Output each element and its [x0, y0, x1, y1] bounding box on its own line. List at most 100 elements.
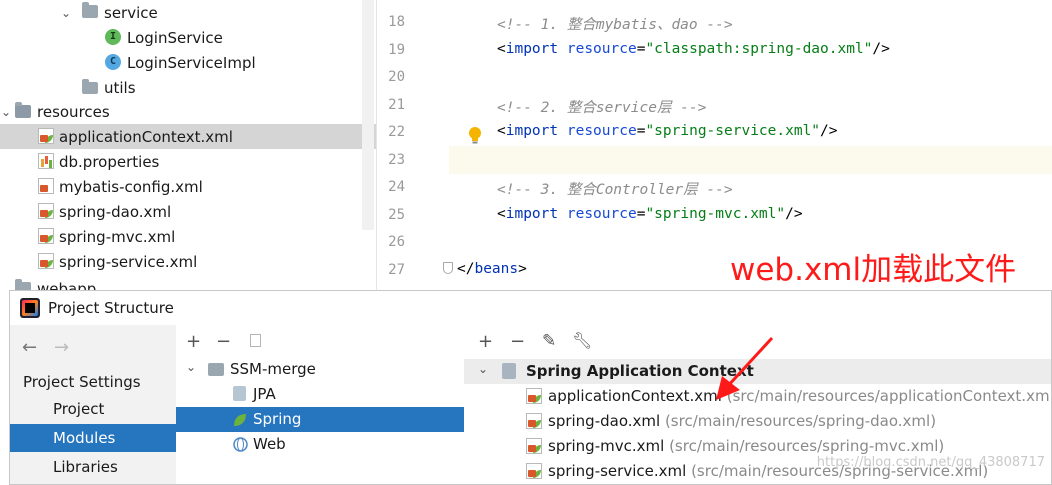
dialog-titlebar[interactable]: Project Structure — [10, 291, 1051, 326]
module-ssm-merge[interactable]: ⌄ SSM-merge — [176, 357, 464, 382]
line-number: 21 — [388, 97, 405, 113]
line-number: 18 — [388, 14, 405, 30]
settings-nav: ← → Project Settings Project Modules Lib… — [10, 325, 177, 484]
edit-icon[interactable]: ✎ — [542, 331, 556, 351]
properties-icon — [38, 153, 54, 169]
line-number: 26 — [388, 234, 405, 250]
tree-item-db-properties[interactable]: db.properties — [0, 149, 376, 174]
tree-item-service[interactable]: ⌄ service — [0, 0, 376, 25]
tree-item-label: spring-service.xml — [59, 252, 198, 271]
folder-icon — [82, 2, 98, 18]
resources-folder-icon — [15, 102, 31, 118]
spring-xml-icon — [526, 413, 542, 429]
file-path: (src/main/resources/spring-dao.xml) — [664, 412, 937, 430]
file-name: spring-mvc.xml — [548, 437, 665, 455]
code-comment: <!-- 2. 整合service层 --> — [497, 100, 707, 116]
chevron-down-icon[interactable]: ⌄ — [186, 360, 196, 374]
web-icon — [233, 437, 248, 452]
nav-item-libraries[interactable]: Libraries — [10, 453, 176, 481]
tree-item-applicationcontext-xml[interactable]: applicationContext.xml — [0, 124, 376, 149]
project-tree: ⌄ service I LoginService C LoginServiceI… — [0, 0, 376, 290]
code-comment: <!-- 1. 整合mybatis、dao --> — [497, 17, 733, 33]
interface-icon: I — [105, 29, 121, 45]
wrench-icon[interactable]: 🔧︎ — [572, 331, 592, 350]
tree-item-label: db.properties — [59, 152, 160, 171]
code-editor[interactable]: 18 <!-- 1. 整合mybatis、dao --> 19 <import … — [376, 0, 1052, 290]
nav-item-project[interactable]: Project — [10, 395, 176, 423]
tree-item-loginserviceimpl[interactable]: C LoginServiceImpl — [0, 50, 376, 75]
remove-icon[interactable]: − — [216, 331, 231, 352]
tree-item-spring-dao-xml[interactable]: spring-dao.xml — [0, 199, 376, 224]
remove-icon[interactable]: − — [510, 331, 525, 352]
tree-item-label: resources — [37, 102, 110, 121]
code-import-line: <import resource="classpath:spring-dao.x… — [497, 41, 890, 57]
line-number: 25 — [388, 207, 405, 223]
spring-xml-icon — [38, 203, 54, 219]
dialog-title: Project Structure — [48, 299, 174, 317]
module-folder-icon — [208, 363, 224, 376]
tree-scrollbar[interactable] — [362, 0, 374, 230]
jpa-icon — [233, 386, 246, 401]
tree-item-resources[interactable]: ⌄ resources — [0, 99, 376, 124]
annotation-arrow-icon — [716, 336, 774, 400]
context-file-icon — [502, 363, 516, 379]
intention-bulb-icon[interactable] — [467, 126, 483, 146]
arrow-left-icon[interactable]: ← — [22, 337, 37, 358]
copy-icon[interactable] — [250, 334, 261, 347]
file-path: (src/main/resources/spring-mvc.xml) — [669, 437, 945, 455]
module-label: SSM-merge — [230, 360, 316, 378]
tree-item-label: mybatis-config.xml — [59, 177, 203, 196]
line-number: 19 — [388, 42, 405, 58]
tree-item-label: LoginService — [127, 28, 223, 47]
code-import-line: <import resource="spring-mvc.xml"/> — [497, 206, 803, 222]
tree-item-label: utils — [104, 78, 136, 97]
file-name: spring-dao.xml — [548, 412, 661, 430]
project-settings-heading: Project Settings — [23, 373, 141, 391]
chevron-down-icon[interactable]: ⌄ — [0, 105, 12, 119]
arrow-right-icon[interactable]: → — [54, 337, 69, 358]
tree-item-label: applicationContext.xml — [59, 127, 233, 146]
context-file-spring-dao[interactable]: spring-dao.xml (src/main/resources/sprin… — [464, 409, 1051, 434]
tree-item-mybatis-config-xml[interactable]: mybatis-config.xml — [0, 174, 376, 199]
xml-icon — [38, 178, 54, 194]
add-icon[interactable]: + — [186, 331, 201, 352]
facet-label: JPA — [253, 385, 276, 403]
nav-item-label: Modules — [53, 429, 116, 447]
tree-item-label: webapp — [37, 279, 97, 291]
tree-item-spring-service-xml[interactable]: spring-service.xml — [0, 249, 376, 274]
line-number: 24 — [388, 179, 405, 195]
facet-label: Spring — [253, 410, 302, 428]
chevron-down-icon[interactable]: ⌄ — [478, 362, 488, 376]
tree-item-spring-mvc-xml[interactable]: spring-mvc.xml — [0, 224, 376, 249]
facet-jpa[interactable]: JPA — [176, 382, 464, 407]
current-line-highlight — [449, 146, 1052, 174]
nav-item-label: Project — [53, 400, 105, 418]
class-icon: C — [105, 54, 121, 70]
code-import-line: <import resource="spring-service.xml"/> — [497, 123, 838, 139]
folder-icon — [15, 279, 31, 290]
tree-item-label: spring-dao.xml — [59, 202, 172, 221]
spring-xml-icon — [526, 463, 542, 479]
tree-item-webapp[interactable]: webapp — [0, 276, 376, 290]
spring-xml-icon — [526, 438, 542, 454]
spring-xml-icon — [38, 128, 54, 144]
facet-label: Web — [253, 435, 286, 453]
tree-item-label: service — [104, 3, 158, 22]
tree-item-utils[interactable]: utils — [0, 75, 376, 100]
code-closing-tag: </beans> — [457, 261, 527, 277]
nav-item-modules[interactable]: Modules — [10, 424, 176, 452]
intellij-logo-icon — [20, 298, 40, 318]
add-icon[interactable]: + — [478, 331, 493, 352]
tree-item-loginservice[interactable]: I LoginService — [0, 25, 376, 50]
spring-xml-icon — [38, 228, 54, 244]
fold-marker-icon[interactable] — [443, 262, 453, 274]
chevron-down-icon[interactable]: ⌄ — [60, 6, 72, 20]
line-number: 20 — [388, 69, 405, 85]
file-name: spring-service.xml — [548, 462, 687, 480]
spring-xml-icon — [38, 253, 54, 269]
project-structure-dialog: Project Structure ← → Project Settings P… — [9, 290, 1052, 485]
folder-icon — [82, 79, 98, 94]
facet-spring[interactable]: Spring — [176, 407, 464, 432]
facet-web[interactable]: Web — [176, 432, 464, 457]
nav-item-label: Libraries — [53, 458, 118, 476]
